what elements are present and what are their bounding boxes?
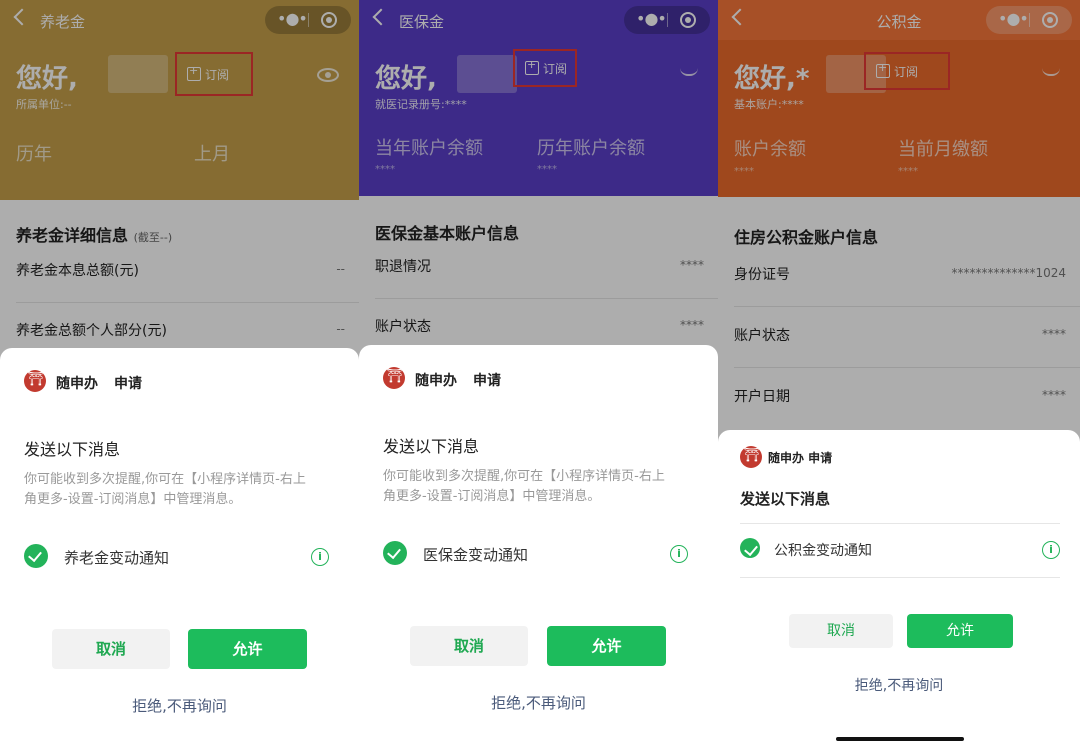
info-icon[interactable]: i: [670, 545, 688, 563]
app-name: 随申办 申请: [768, 451, 833, 465]
subscribe-sheet: 随申办 申请 发送以下消息 公积金变动通知 i 取消 允许 拒绝,不再询问: [718, 430, 1080, 747]
desc-line: 你可能收到多次提醒,你可在【小程序详情页-右上: [24, 472, 306, 487]
info-icon[interactable]: i: [1042, 541, 1060, 559]
subscribe-sheet: 随申办 申请 发送以下消息 你可能收到多次提醒,你可在【小程序详情页-右上 角更…: [0, 348, 359, 747]
send-title: 发送以下消息: [383, 437, 480, 456]
allow-button[interactable]: 允许: [188, 629, 307, 669]
home-indicator: [836, 737, 964, 741]
checkbox-checked-icon[interactable]: [740, 538, 760, 558]
app-name: 随申办: [56, 376, 98, 392]
checkbox-checked-icon[interactable]: [24, 544, 48, 568]
pension-panel: 养老金 •●• 您好, 所属单位:-- 订阅 历年 上月 养老金详细信息 (截至…: [0, 0, 359, 747]
apply-text: 申请: [114, 376, 142, 392]
app-name: 随申办: [415, 373, 457, 389]
divider: [740, 577, 1060, 578]
allow-button[interactable]: 允许: [547, 626, 666, 666]
subscribe-sheet: 随申办 申请 发送以下消息 你可能收到多次提醒,你可在【小程序详情页-右上 角更…: [359, 345, 718, 747]
divider: [740, 523, 1060, 524]
send-title: 发送以下消息: [24, 440, 121, 459]
app-logo-icon: [383, 367, 405, 389]
refuse-link[interactable]: 拒绝,不再询问: [359, 692, 718, 713]
apply-text: 申请: [473, 373, 501, 389]
desc-line: 你可能收到多次提醒,你可在【小程序详情页-右上: [383, 469, 665, 484]
medical-panel: 医保金 •●• 您好, 就医记录册号:**** 订阅 当年账户余额 **** 历…: [359, 0, 718, 747]
cancel-button[interactable]: 取消: [52, 629, 170, 669]
desc-line: 角更多-设置-订阅消息】中管理消息。: [383, 489, 601, 504]
checkbox-checked-icon[interactable]: [383, 541, 407, 565]
send-title: 发送以下消息: [740, 490, 831, 508]
cancel-button[interactable]: 取消: [410, 626, 528, 666]
desc-line: 角更多-设置-订阅消息】中管理消息。: [24, 492, 242, 507]
refuse-link[interactable]: 拒绝,不再询问: [0, 695, 359, 716]
allow-button[interactable]: 允许: [907, 614, 1013, 648]
notice-label: 公积金变动通知: [774, 543, 872, 559]
notice-label: 养老金变动通知: [64, 549, 170, 567]
housing-fund-panel: 公积金 •●• 您好,* 基本账户:**** 订阅 账户余额 **** 当前月缴…: [718, 0, 1080, 747]
app-logo-icon: [740, 446, 762, 468]
info-icon[interactable]: i: [311, 548, 329, 566]
refuse-link[interactable]: 拒绝,不再询问: [718, 675, 1080, 695]
cancel-button[interactable]: 取消: [789, 614, 893, 648]
notice-label: 医保金变动通知: [423, 546, 529, 564]
app-logo-icon: [24, 370, 46, 392]
